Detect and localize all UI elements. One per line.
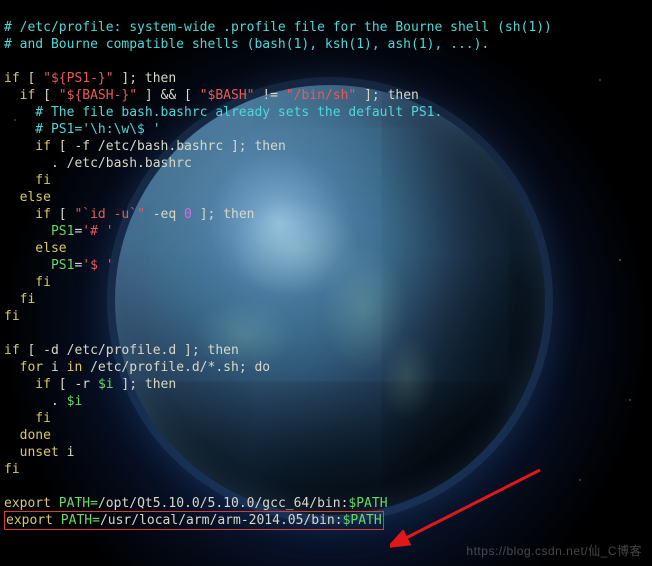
string: '$ ' bbox=[82, 258, 113, 273]
var: $PATH bbox=[348, 496, 387, 511]
var: PATH= bbox=[51, 496, 98, 511]
string: "$BASH" bbox=[200, 88, 255, 103]
kw-fi: fi bbox=[4, 173, 51, 188]
string: "`id -u`" bbox=[74, 207, 144, 222]
kw-fi: fi bbox=[4, 309, 20, 324]
kw-if: if bbox=[4, 88, 35, 103]
kw-export: export bbox=[4, 496, 51, 511]
string: '# ' bbox=[82, 224, 113, 239]
comment-line: # and Bourne compatible shells (bash(1),… bbox=[4, 37, 489, 52]
kw-export: export bbox=[6, 513, 53, 528]
path: /usr/local/arm/arm-2014.05/bin: bbox=[100, 513, 343, 528]
kw-fi: fi bbox=[4, 275, 51, 290]
kw-fi: fi bbox=[4, 462, 20, 477]
kw-if: if bbox=[4, 207, 51, 222]
comment-line: # The file bash.bashrc already sets the … bbox=[4, 105, 442, 120]
watermark-text: https://blog.csdn.net/仙_C博客 bbox=[466, 543, 642, 560]
highlighted-export-line: export PATH=/usr/local/arm/arm-2014.05/b… bbox=[4, 511, 384, 530]
text: [ -d /etc/profile.d ]; then bbox=[20, 343, 239, 358]
kw-else: else bbox=[4, 190, 51, 205]
kw-if: if bbox=[4, 139, 51, 154]
text: i bbox=[59, 445, 75, 460]
text: ]; then bbox=[114, 377, 177, 392]
text: i bbox=[43, 360, 66, 375]
text: [ bbox=[35, 88, 58, 103]
string: "${PS1-}" bbox=[43, 71, 113, 86]
text: [ bbox=[20, 71, 43, 86]
var: $i bbox=[67, 394, 83, 409]
kw-fi: fi bbox=[4, 292, 35, 307]
text: [ -r bbox=[51, 377, 98, 392]
kw-if: if bbox=[4, 71, 20, 86]
text: [ bbox=[51, 207, 74, 222]
text: ]; then bbox=[192, 207, 255, 222]
kw-unset: unset bbox=[4, 445, 59, 460]
var: PS1 bbox=[4, 224, 74, 239]
kw-fi: fi bbox=[4, 411, 51, 426]
comment-line: # /etc/profile: system-wide .profile fil… bbox=[4, 20, 552, 35]
kw-for: for bbox=[4, 360, 43, 375]
code-editor[interactable]: # /etc/profile: system-wide .profile fil… bbox=[0, 0, 652, 531]
kw-if: if bbox=[4, 343, 20, 358]
number: 0 bbox=[184, 207, 192, 222]
text: ]; then bbox=[114, 71, 177, 86]
text: ] && [ bbox=[137, 88, 200, 103]
kw-done: done bbox=[4, 428, 51, 443]
text: ]; then bbox=[356, 88, 419, 103]
text: != bbox=[255, 88, 286, 103]
text: -eq bbox=[145, 207, 184, 222]
text: [ -f /etc/bash.bashrc ]; then bbox=[51, 139, 286, 154]
string: "/bin/sh" bbox=[286, 88, 356, 103]
path: /opt/Qt5.10.0/5.10.0/gcc_64/bin: bbox=[98, 496, 348, 511]
kw-if: if bbox=[4, 377, 51, 392]
comment-line: # PS1='\h:\w\$ ' bbox=[4, 122, 161, 137]
var: $PATH bbox=[343, 513, 382, 528]
text: . bbox=[4, 394, 67, 409]
var: $i bbox=[98, 377, 114, 392]
kw-in: in bbox=[67, 360, 83, 375]
var: PATH= bbox=[53, 513, 100, 528]
text: /etc/profile.d/*.sh; do bbox=[82, 360, 270, 375]
var: PS1 bbox=[4, 258, 74, 273]
kw-else: else bbox=[4, 241, 67, 256]
code-line: . /etc/bash.bashrc bbox=[4, 156, 192, 171]
string: "${BASH-}" bbox=[59, 88, 137, 103]
